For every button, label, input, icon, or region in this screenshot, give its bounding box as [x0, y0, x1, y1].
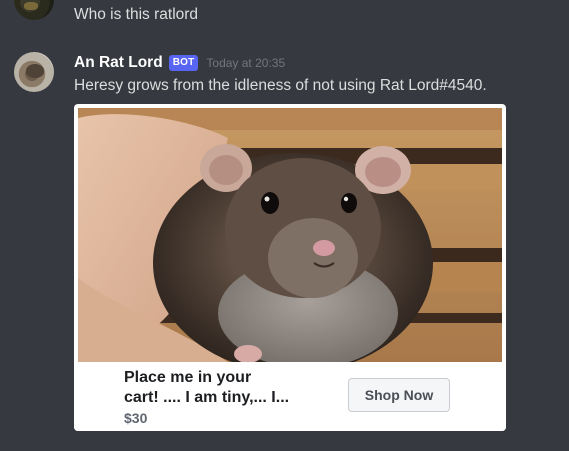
message-content: Heresy grows from the idleness of not us… [74, 77, 487, 94]
timestamp[interactable]: Today at 20:35 [206, 56, 285, 70]
shop-now-button[interactable]: Shop Now [348, 378, 450, 412]
ad-title-line: Place me in your [124, 369, 252, 386]
bot-avatar[interactable] [14, 52, 54, 92]
bot-badge: BOT [168, 55, 199, 71]
message-header: An Rat Lord BOT Today at 20:35 [74, 52, 285, 74]
ad-title[interactable]: Place me in your cart! .... I am tiny,..… [124, 368, 334, 408]
ad-price: $30 [124, 410, 148, 426]
ad-title-line: cart! .... I am tiny,... I... [124, 389, 290, 406]
ad-footer: Place me in your cart! .... I am tiny,..… [74, 362, 506, 431]
previous-user-avatar[interactable] [14, 0, 54, 20]
previous-message-text: Who is this ratlord [74, 6, 199, 23]
rat-photo[interactable] [78, 108, 502, 362]
ad-embed[interactable]: Place me in your cart! .... I am tiny,..… [74, 104, 506, 431]
username[interactable]: An Rat Lord [74, 54, 163, 72]
previous-message: Who is this ratlord [0, 0, 569, 36]
bot-message: An Rat Lord BOT Today at 20:35 Heresy gr… [0, 44, 569, 444]
